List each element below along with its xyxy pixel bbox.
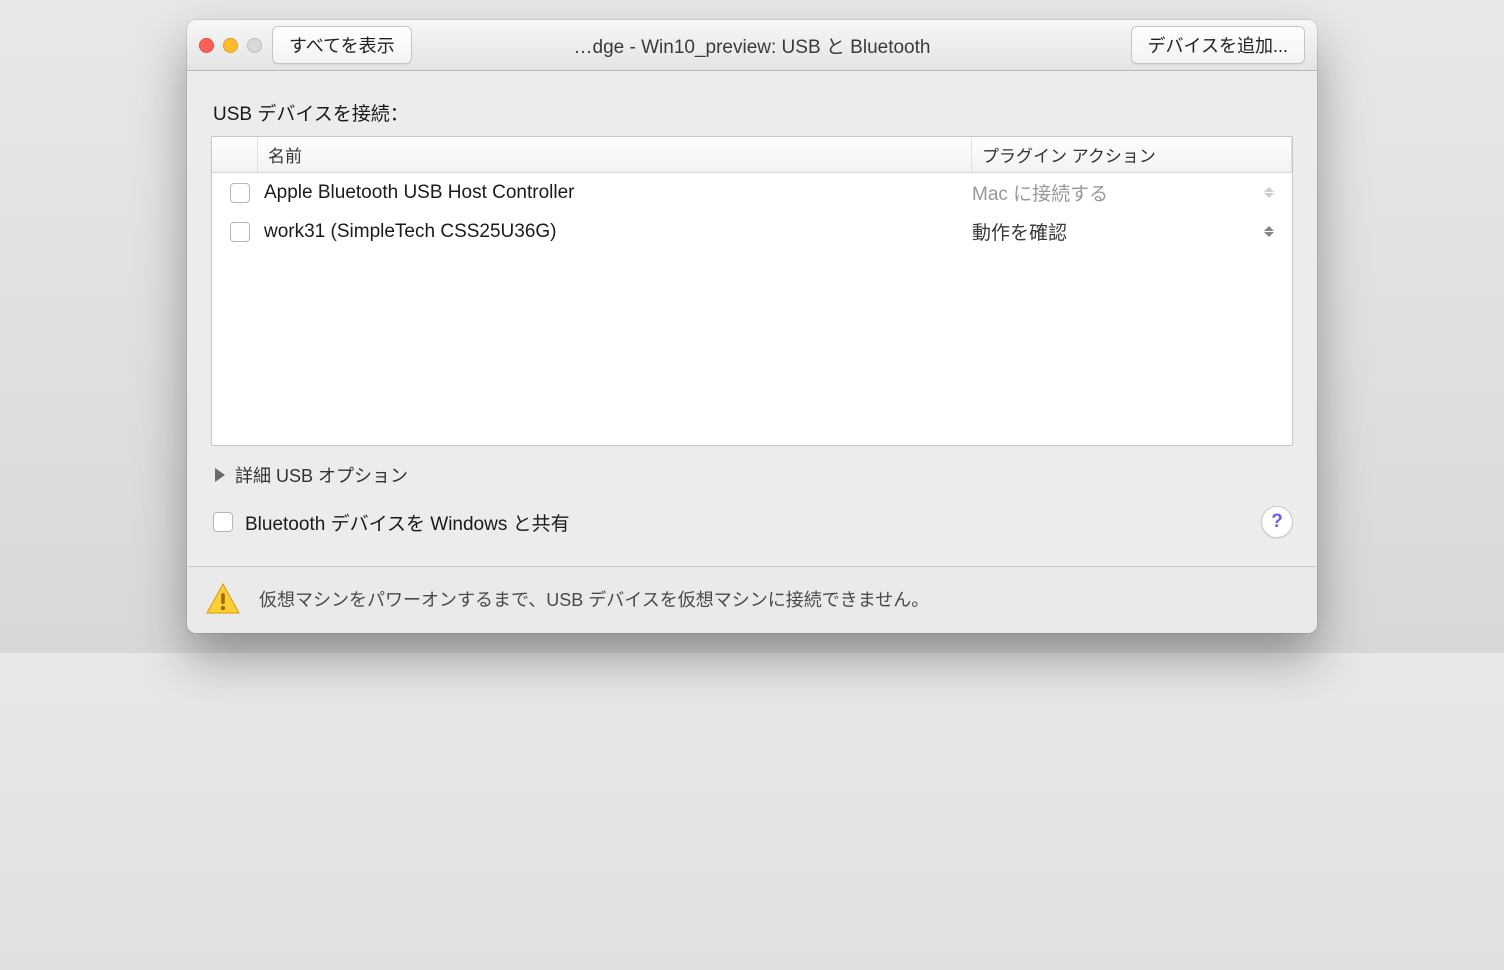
warning-icon	[205, 581, 241, 617]
content-area: USB デバイスを接続： 名前 プラグイン アクション Apple Blueto…	[187, 71, 1317, 566]
window-controls	[199, 38, 262, 53]
warning-bar: 仮想マシンをパワーオンするまで、USB デバイスを仮想マシンに接続できません。	[187, 566, 1317, 633]
updown-icon	[1262, 222, 1276, 242]
add-device-button[interactable]: デバイスを追加...	[1131, 26, 1305, 64]
warning-text: 仮想マシンをパワーオンするまで、USB デバイスを仮想マシンに接続できません。	[259, 586, 929, 612]
disclosure-triangle-icon	[215, 468, 225, 482]
section-label: USB デバイスを接続：	[213, 99, 1293, 126]
device-name: Apple Bluetooth USB Host Controller	[258, 182, 972, 204]
device-list: 名前 プラグイン アクション Apple Bluetooth USB Host …	[211, 136, 1293, 446]
titlebar: すべてを表示 …dge - Win10_preview: USB と Bluet…	[187, 20, 1317, 71]
updown-icon	[1262, 183, 1276, 203]
show-all-button[interactable]: すべてを表示	[272, 26, 412, 64]
zoom-icon	[247, 38, 262, 53]
minimize-icon[interactable]	[223, 38, 238, 53]
device-action-select[interactable]: 動作を確認	[972, 218, 1282, 245]
close-icon[interactable]	[199, 38, 214, 53]
device-list-header: 名前 プラグイン アクション	[212, 137, 1292, 173]
device-action-label: Mac に接続する	[972, 179, 1108, 206]
column-name[interactable]: 名前	[258, 137, 972, 172]
device-row[interactable]: Apple Bluetooth USB Host ControllerMac に…	[212, 173, 1292, 212]
column-action[interactable]: プラグイン アクション	[972, 137, 1292, 172]
device-action-label: 動作を確認	[972, 218, 1067, 245]
device-checkbox[interactable]	[230, 222, 250, 242]
device-name: work31 (SimpleTech CSS25U36G)	[258, 221, 972, 243]
share-bluetooth-label: Bluetooth デバイスを Windows と共有	[245, 509, 570, 536]
advanced-usb-disclosure[interactable]: 詳細 USB オプション	[215, 462, 1293, 488]
column-checkbox	[212, 137, 258, 172]
device-row[interactable]: work31 (SimpleTech CSS25U36G)動作を確認	[212, 212, 1292, 251]
advanced-usb-label: 詳細 USB オプション	[235, 462, 408, 488]
device-checkbox[interactable]	[230, 183, 250, 203]
share-bluetooth-checkbox[interactable]	[213, 512, 233, 532]
help-button[interactable]: ?	[1261, 506, 1293, 538]
preferences-window: すべてを表示 …dge - Win10_preview: USB と Bluet…	[187, 20, 1317, 633]
device-action-select: Mac に接続する	[972, 179, 1282, 206]
